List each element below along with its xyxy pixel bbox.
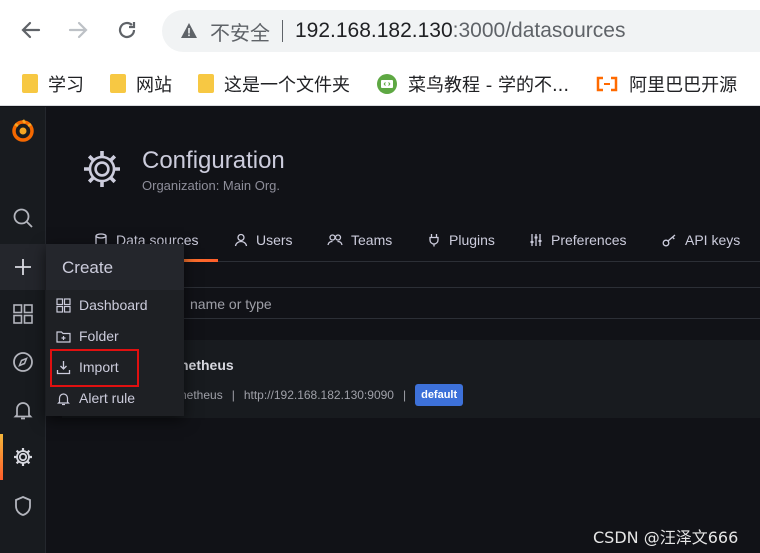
watermark: CSDN @汪泽文666 — [593, 528, 739, 547]
menu-item-dashboard[interactable]: Dashboard — [56, 297, 148, 313]
import-highlight-box — [50, 349, 139, 387]
compass-icon — [13, 352, 33, 372]
bookmark-label: 网站 — [136, 74, 172, 96]
tab-label: API keys — [685, 232, 741, 248]
folder-icon — [110, 74, 126, 93]
menu-item-label: Alert rule — [79, 390, 136, 406]
sidebar-server-admin[interactable] — [0, 483, 46, 529]
datasource-meta: netheus | http://192.168.182.130:9090 | … — [180, 384, 464, 406]
runoob-icon — [377, 73, 397, 94]
arrow-right-icon — [68, 21, 88, 39]
url-divider — [282, 20, 283, 42]
datasource-name: netheus — [180, 357, 234, 373]
page-title: Configuration — [142, 147, 285, 174]
search-icon — [13, 208, 33, 228]
menu-item-folder[interactable]: Folder — [56, 328, 119, 344]
bookmark-label: 学习 — [48, 74, 84, 96]
datasource-type: netheus — [180, 388, 223, 402]
users-icon — [327, 234, 343, 246]
default-badge: default — [415, 384, 464, 406]
bookmark-label: 阿里巴巴开源 — [629, 74, 738, 96]
dashboard-icon — [56, 297, 71, 313]
folder-icon — [22, 74, 38, 93]
bookmark-label: 菜鸟教程 - 学的不... — [408, 74, 570, 96]
sidebar — [0, 107, 46, 553]
dashboard-grid-icon — [13, 304, 33, 324]
configuration-icon — [84, 151, 120, 187]
insecure-label: 不安全 — [210, 20, 270, 45]
tab-label: Teams — [351, 232, 393, 248]
url-host: 192.168.182.130 — [295, 19, 453, 42]
sidebar-alerting[interactable] — [0, 387, 46, 433]
forward-button[interactable] — [64, 16, 92, 44]
menu-item-label: Folder — [79, 328, 119, 344]
grafana-logo[interactable] — [0, 107, 46, 153]
tab-teams[interactable]: Teams — [327, 232, 392, 248]
sliders-icon — [530, 234, 542, 246]
tab-label: Plugins — [449, 232, 495, 248]
bookmarks-bar: 学习 网站 这是一个文件夹 菜鸟教程 - 学的不... 阿里巴巴开源 — [0, 62, 760, 106]
reload-button[interactable] — [113, 16, 141, 44]
folder-plus-icon — [56, 330, 71, 343]
bookmark-item[interactable]: 学习 — [22, 71, 84, 97]
bookmark-item[interactable]: 菜鸟教程 - 学的不... — [376, 71, 569, 97]
bookmark-label: 这是一个文件夹 — [224, 74, 350, 96]
sidebar-create[interactable] — [0, 244, 46, 290]
user-icon — [234, 233, 248, 247]
bookmark-item[interactable]: 网站 — [110, 71, 172, 97]
plus-icon-wrap — [0, 244, 46, 290]
reload-icon — [118, 21, 136, 39]
gear-icon — [14, 448, 32, 466]
tab-preferences[interactable]: Preferences — [529, 232, 626, 248]
tab-users[interactable]: Users — [234, 232, 293, 248]
tab-api-keys[interactable]: API keys — [662, 232, 740, 248]
tab-plugins[interactable]: Plugins — [427, 232, 495, 248]
sidebar-dashboards[interactable] — [0, 291, 46, 337]
arrow-left-icon — [21, 21, 41, 39]
tab-label: Users — [256, 232, 293, 248]
bell-icon — [13, 402, 33, 420]
menu-item-alert-rule[interactable]: Alert rule — [56, 390, 135, 406]
create-dropdown-header[interactable]: Create — [46, 244, 184, 290]
sidebar-explore[interactable] — [0, 339, 46, 385]
sidebar-search[interactable] — [0, 195, 46, 241]
bookmark-item[interactable]: 这是一个文件夹 — [198, 71, 350, 97]
create-dropdown: Create Dashboard Folder Import Alert rul… — [46, 244, 184, 416]
bookmark-item[interactable]: 阿里巴巴开源 — [595, 71, 737, 97]
sidebar-configuration[interactable] — [0, 434, 46, 480]
menu-item-label: Dashboard — [79, 297, 148, 313]
plus-icon — [15, 259, 31, 275]
warning-icon — [181, 23, 197, 38]
url-path: :3000/datasources — [452, 19, 626, 42]
address-bar[interactable]: 不安全 192.168.182.130:3000/datasources — [162, 10, 760, 52]
back-button[interactable] — [17, 16, 45, 44]
tab-label: Preferences — [551, 232, 627, 248]
grafana-logo-icon — [12, 119, 34, 142]
browser-toolbar: 不安全 192.168.182.130:3000/datasources — [0, 0, 760, 62]
bell-icon — [57, 392, 70, 405]
create-dropdown-title: Create — [62, 258, 114, 277]
plug-icon — [429, 234, 439, 247]
alibaba-icon — [596, 76, 618, 91]
datasource-url: http://192.168.182.130:9090 — [243, 388, 394, 402]
key-icon — [662, 234, 676, 247]
meta-separator: | — [402, 388, 407, 402]
folder-icon — [198, 74, 214, 93]
search-placeholder: name or type — [190, 296, 272, 312]
page-subtitle: Organization: Main Org. — [142, 178, 281, 193]
shield-icon — [15, 496, 31, 516]
meta-separator: | — [231, 388, 235, 402]
